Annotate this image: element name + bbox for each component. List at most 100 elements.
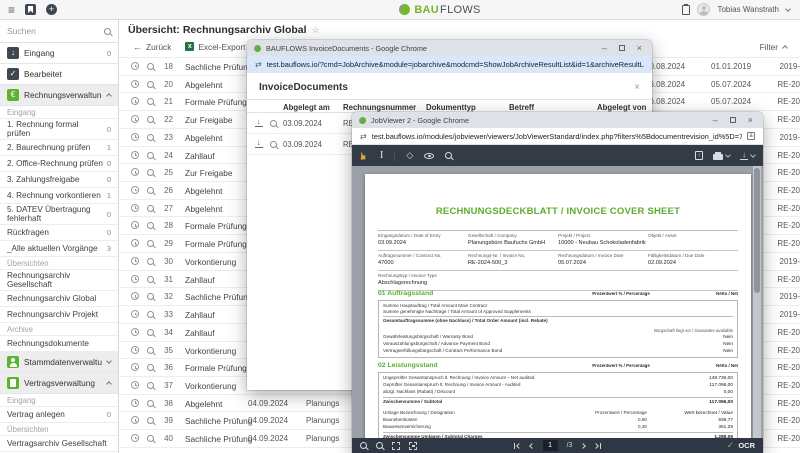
preview-icon[interactable]: [147, 435, 154, 443]
preview-icon[interactable]: [270, 120, 277, 127]
next-page-button[interactable]: [580, 442, 587, 449]
preview-icon[interactable]: [147, 169, 154, 177]
history-icon[interactable]: [131, 186, 139, 195]
preview-icon[interactable]: [147, 187, 154, 195]
document-scrollbar[interactable]: [753, 166, 761, 438]
sidebar-item-2-office-rechnung-pr-fen[interactable]: 2. Office-Rechnung prüfen 0: [0, 156, 118, 172]
invoice-url[interactable]: test.bauflows.io/?cmd=JobArchive&module=…: [267, 60, 644, 69]
history-icon[interactable]: [131, 203, 139, 212]
prev-page-button[interactable]: [528, 442, 535, 449]
sidebar-item-rechnungsdokumente[interactable]: Rechnungsdokumente: [0, 336, 118, 352]
sidebar-item-alle-aktuellen-vorg-nge[interactable]: _Alle aktuellen Vorgänge 3: [0, 241, 118, 257]
preview-icon[interactable]: [147, 98, 154, 106]
preview-icon[interactable]: [147, 399, 154, 407]
sidebar-item-vertragsarchiv-gesellschaft[interactable]: Vertragsarchiv Gesellschaft: [0, 436, 118, 452]
tab-switch-icon[interactable]: ⇄: [255, 60, 262, 69]
sidebar-item-5-datev-bertragung-fehlerhaft[interactable]: 5. DATEV Übertragung fehlerhaft 0: [0, 204, 118, 225]
preview-icon[interactable]: [147, 417, 154, 425]
fit-width-icon[interactable]: [392, 441, 400, 450]
history-icon[interactable]: [131, 434, 139, 443]
export-icon[interactable]: ↑: [695, 151, 703, 160]
filter-toggle[interactable]: Filter: [760, 42, 788, 52]
preview-icon[interactable]: [147, 328, 154, 336]
back-button[interactable]: ← Zurück: [133, 42, 171, 52]
preview-icon[interactable]: [147, 133, 154, 141]
minimize-icon[interactable]: –: [602, 43, 607, 53]
preview-icon[interactable]: [147, 293, 154, 301]
history-icon[interactable]: [131, 221, 139, 230]
excel-export-button[interactable]: x Excel-Export: [185, 42, 245, 52]
ocr-status[interactable]: ✓ OCR: [727, 441, 755, 451]
preview-icon[interactable]: [147, 364, 154, 372]
history-icon[interactable]: [131, 97, 139, 106]
preview-icon[interactable]: [147, 222, 154, 230]
viewer-window-titlebar[interactable]: JobViewer 2 - Google Chrome – ×: [352, 112, 763, 128]
preview-icon[interactable]: [147, 151, 154, 159]
chevron-down-icon[interactable]: [785, 5, 791, 12]
close-icon[interactable]: ×: [637, 43, 642, 53]
history-icon[interactable]: [131, 310, 139, 319]
invoice-window-titlebar[interactable]: BAUFLOWS InvoiceDocuments - Google Chrom…: [247, 40, 652, 56]
history-icon[interactable]: [131, 79, 139, 88]
download-icon[interactable]: ↓: [255, 118, 263, 127]
history-icon[interactable]: [131, 363, 139, 372]
history-icon[interactable]: [131, 150, 139, 159]
print-button[interactable]: [713, 151, 731, 160]
eye-icon[interactable]: [424, 152, 435, 159]
sidebar-item-vertrag-anlegen[interactable]: Vertrag anlegen 0: [0, 407, 118, 423]
sidebar-item-rechnungsarchiv-global[interactable]: Rechnungsarchiv Global: [0, 291, 118, 307]
search-icon[interactable]: [104, 27, 111, 35]
history-icon[interactable]: [131, 416, 139, 425]
download-button[interactable]: ↓: [740, 151, 756, 160]
history-icon[interactable]: [131, 168, 139, 177]
menu-icon[interactable]: ≡: [8, 4, 15, 16]
download-icon[interactable]: ↓: [255, 139, 263, 148]
preview-icon[interactable]: [147, 240, 154, 248]
preview-icon[interactable]: [147, 257, 154, 265]
history-icon[interactable]: [131, 132, 139, 141]
sidebar-item-1-rechnung-formal-pr-fen[interactable]: 1. Rechnung formal prüfen 0: [0, 119, 118, 140]
sidebar-module-eingang[interactable]: ↓ Eingang 0: [0, 43, 118, 64]
maximize-icon[interactable]: [618, 45, 625, 51]
history-icon[interactable]: [131, 239, 139, 248]
sidebar-item-rechnungsarchiv-projekt[interactable]: Rechnungsarchiv Projekt: [0, 307, 118, 323]
sidebar-item-rechnungsarchiv-gesellschaft[interactable]: Rechnungsarchiv Gesellschaft: [0, 270, 118, 291]
tab-switch-icon[interactable]: ⇄: [360, 132, 367, 141]
sidebar-item-4-rechnung-vorkontieren[interactable]: 4. Rechnung vorkontieren 1: [0, 188, 118, 204]
add-icon[interactable]: +: [46, 4, 58, 15]
history-icon[interactable]: [131, 398, 139, 407]
history-icon[interactable]: [131, 380, 139, 389]
viewer-url-bar[interactable]: ⇄ test.bauflows.io/modules/jobviewer/vie…: [352, 128, 763, 145]
sidebar-module-rechnungsverwaltung[interactable]: € Rechnungsverwaltung: [0, 85, 118, 106]
scrollbar-thumb[interactable]: [754, 168, 760, 294]
preview-icon[interactable]: [147, 80, 154, 88]
sidebar-item-r-ckfragen[interactable]: Rückfragen 0: [0, 225, 118, 241]
favorite-star-icon[interactable]: ☆: [312, 25, 320, 36]
first-page-button[interactable]: [513, 442, 522, 449]
history-icon[interactable]: [131, 62, 139, 70]
preview-icon[interactable]: [270, 141, 277, 148]
preview-icon[interactable]: [147, 346, 154, 354]
text-select-icon[interactable]: I: [380, 150, 383, 161]
shape-tool-icon[interactable]: ◇: [406, 151, 413, 160]
sidebar-module-bearbeitet[interactable]: ✓ Bearbeitet: [0, 64, 118, 85]
preview-icon[interactable]: [147, 63, 154, 70]
history-icon[interactable]: [131, 292, 139, 301]
hand-tool-icon[interactable]: ☛: [358, 151, 369, 160]
viewer-url[interactable]: test.bauflows.io/modules/jobviewer/viewe…: [372, 132, 742, 141]
history-icon[interactable]: [131, 256, 139, 265]
history-icon[interactable]: [131, 327, 139, 336]
preview-icon[interactable]: [147, 116, 154, 124]
maximize-icon[interactable]: [729, 117, 736, 123]
clipboard-icon[interactable]: [682, 3, 691, 15]
preview-icon[interactable]: [147, 275, 154, 283]
preview-icon[interactable]: [147, 311, 154, 319]
zoom-out-icon[interactable]: [360, 442, 367, 449]
last-page-button[interactable]: [593, 442, 602, 449]
translate-icon[interactable]: a: [747, 132, 755, 140]
bookmark-icon[interactable]: [25, 4, 37, 15]
history-icon[interactable]: [131, 345, 139, 354]
zoom-in-icon[interactable]: [376, 442, 383, 449]
panel-close-icon[interactable]: ×: [634, 82, 640, 93]
history-icon[interactable]: [131, 115, 139, 124]
